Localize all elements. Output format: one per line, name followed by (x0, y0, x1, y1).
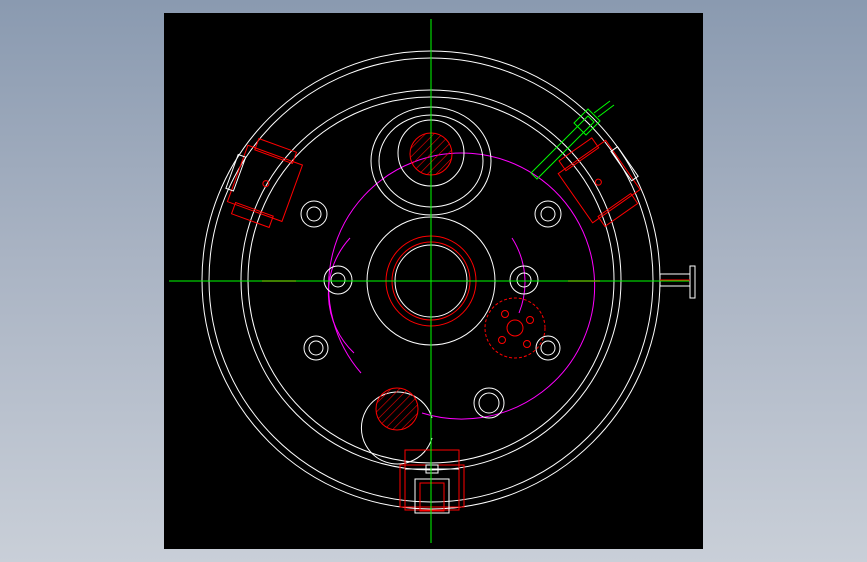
bolt-hole-lower-left (303, 335, 329, 361)
pitch-circle-arc (328, 152, 596, 420)
bolt-hole-upper-right (534, 200, 562, 228)
pitch-circle-group (327, 152, 596, 420)
bottom-clamp (399, 449, 465, 514)
bolt-hole-upper-left (300, 200, 328, 228)
right-clamp (557, 137, 641, 228)
cad-drawing-canvas (169, 19, 696, 543)
bolt-hole-lower-right (535, 335, 561, 361)
bolt-hole-left (323, 265, 353, 295)
bolt-hole-bottom-right (473, 387, 505, 419)
bottom-bore-section (375, 387, 419, 431)
bottom-bore (360, 387, 433, 465)
diagonal-rod (530, 100, 615, 180)
side-nozzle (659, 265, 696, 299)
cad-drawing-viewport[interactable] (164, 13, 703, 549)
center-lines (169, 19, 689, 543)
